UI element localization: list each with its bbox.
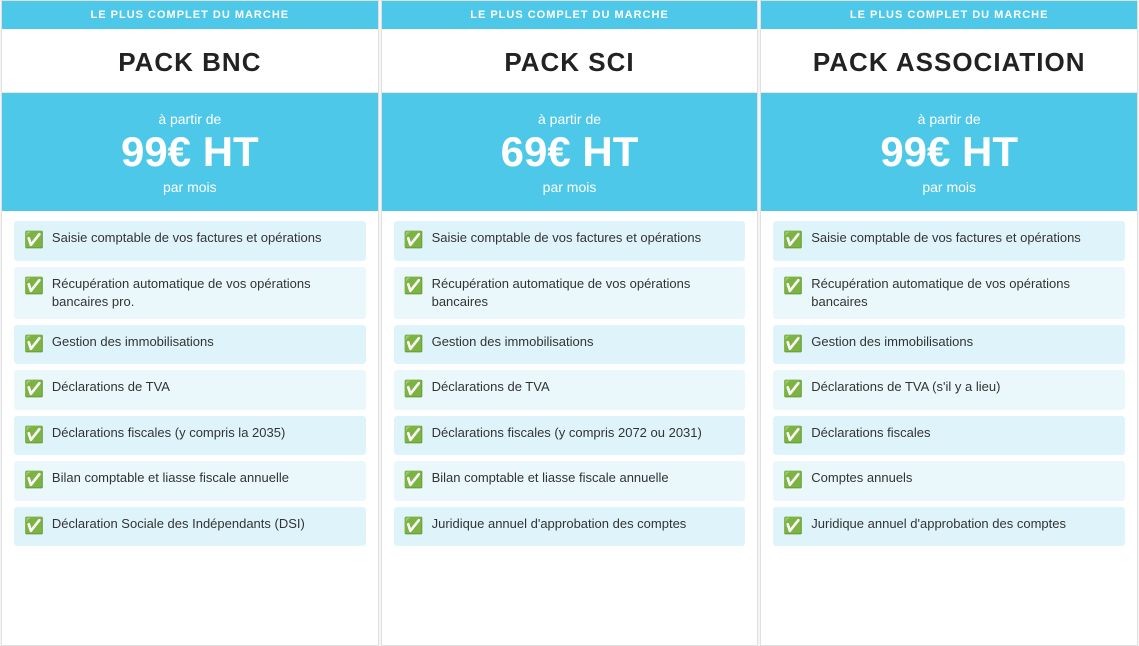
- card-title-section-2: PACK ASSOCIATION: [761, 29, 1137, 93]
- check-icon-2-6: ✅: [783, 516, 803, 538]
- check-icon-0-4: ✅: [24, 425, 44, 447]
- feature-text-1-3: Déclarations de TVA: [432, 378, 736, 396]
- feature-item-2-3: ✅ Déclarations de TVA (s'il y a lieu): [773, 370, 1125, 409]
- card-badge-1: LE PLUS COMPLET DU MARCHE: [382, 1, 758, 29]
- check-icon-2-4: ✅: [783, 425, 803, 447]
- feature-text-1-1: Récupération automatique de vos opératio…: [432, 275, 736, 311]
- feature-item-2-1: ✅ Récupération automatique de vos opérati…: [773, 267, 1125, 319]
- pricing-card-0: LE PLUS COMPLET DU MARCHE PACK BNC à parti…: [1, 0, 379, 646]
- card-title-section-0: PACK BNC: [2, 29, 378, 93]
- check-icon-1-2: ✅: [404, 334, 424, 356]
- price-from-2: à partir de: [771, 111, 1127, 127]
- price-main-0: 99€ HT: [12, 129, 368, 175]
- check-icon-0-3: ✅: [24, 379, 44, 401]
- check-icon-2-0: ✅: [783, 230, 803, 252]
- feature-item-0-3: ✅ Déclarations de TVA: [14, 370, 366, 409]
- pricing-card-1: LE PLUS COMPLET DU MARCHE PACK SCI à parti…: [381, 0, 759, 646]
- card-badge-0: LE PLUS COMPLET DU MARCHE: [2, 1, 378, 29]
- feature-item-0-4: ✅ Déclarations fiscales (y compris la 203…: [14, 416, 366, 455]
- check-icon-0-5: ✅: [24, 470, 44, 492]
- feature-text-1-5: Bilan comptable et liasse fiscale annuel…: [432, 469, 736, 487]
- feature-text-0-1: Récupération automatique de vos opératio…: [52, 275, 356, 311]
- feature-text-1-6: Juridique annuel d'approbation des compt…: [432, 515, 736, 533]
- check-icon-2-1: ✅: [783, 276, 803, 298]
- price-per-2: par mois: [771, 179, 1127, 195]
- price-per-1: par mois: [392, 179, 748, 195]
- feature-item-0-2: ✅ Gestion des immobilisations: [14, 325, 366, 364]
- check-icon-0-0: ✅: [24, 230, 44, 252]
- feature-text-0-2: Gestion des immobilisations: [52, 333, 356, 351]
- card-features-0: ✅ Saisie comptable de vos factures et opé…: [2, 211, 378, 645]
- check-icon-1-1: ✅: [404, 276, 424, 298]
- check-icon-1-6: ✅: [404, 516, 424, 538]
- feature-item-1-3: ✅ Déclarations de TVA: [394, 370, 746, 409]
- check-icon-0-6: ✅: [24, 516, 44, 538]
- feature-text-0-3: Déclarations de TVA: [52, 378, 356, 396]
- check-icon-1-3: ✅: [404, 379, 424, 401]
- feature-text-0-0: Saisie comptable de vos factures et opér…: [52, 229, 356, 247]
- check-icon-0-2: ✅: [24, 334, 44, 356]
- feature-text-2-6: Juridique annuel d'approbation des compt…: [811, 515, 1115, 533]
- card-price-section-0: à partir de 99€ HT par mois: [2, 93, 378, 211]
- pricing-card-2: LE PLUS COMPLET DU MARCHE PACK ASSOCIATIO…: [760, 0, 1138, 646]
- card-price-section-2: à partir de 99€ HT par mois: [761, 93, 1137, 211]
- price-from-1: à partir de: [392, 111, 748, 127]
- check-icon-2-2: ✅: [783, 334, 803, 356]
- pricing-container: LE PLUS COMPLET DU MARCHE PACK BNC à parti…: [0, 0, 1139, 646]
- check-icon-1-4: ✅: [404, 425, 424, 447]
- check-icon-1-0: ✅: [404, 230, 424, 252]
- feature-item-2-4: ✅ Déclarations fiscales: [773, 416, 1125, 455]
- feature-text-2-0: Saisie comptable de vos factures et opér…: [811, 229, 1115, 247]
- feature-item-2-5: ✅ Comptes annuels: [773, 461, 1125, 500]
- check-icon-2-5: ✅: [783, 470, 803, 492]
- feature-text-2-4: Déclarations fiscales: [811, 424, 1115, 442]
- feature-item-0-1: ✅ Récupération automatique de vos opérati…: [14, 267, 366, 319]
- card-title-0: PACK BNC: [12, 47, 368, 78]
- feature-text-2-3: Déclarations de TVA (s'il y a lieu): [811, 378, 1115, 396]
- check-icon-0-1: ✅: [24, 276, 44, 298]
- feature-text-2-5: Comptes annuels: [811, 469, 1115, 487]
- check-icon-1-5: ✅: [404, 470, 424, 492]
- feature-text-0-4: Déclarations fiscales (y compris la 2035…: [52, 424, 356, 442]
- feature-item-1-5: ✅ Bilan comptable et liasse fiscale annue…: [394, 461, 746, 500]
- card-features-2: ✅ Saisie comptable de vos factures et opé…: [761, 211, 1137, 645]
- feature-item-1-2: ✅ Gestion des immobilisations: [394, 325, 746, 364]
- feature-item-2-6: ✅ Juridique annuel d'approbation des comp…: [773, 507, 1125, 546]
- card-title-1: PACK SCI: [392, 47, 748, 78]
- feature-item-0-5: ✅ Bilan comptable et liasse fiscale annue…: [14, 461, 366, 500]
- feature-item-1-6: ✅ Juridique annuel d'approbation des comp…: [394, 507, 746, 546]
- feature-item-0-6: ✅ Déclaration Sociale des Indépendants (D…: [14, 507, 366, 546]
- card-features-1: ✅ Saisie comptable de vos factures et opé…: [382, 211, 758, 645]
- feature-text-1-0: Saisie comptable de vos factures et opér…: [432, 229, 736, 247]
- feature-text-2-1: Récupération automatique de vos opératio…: [811, 275, 1115, 311]
- feature-text-1-2: Gestion des immobilisations: [432, 333, 736, 351]
- card-price-section-1: à partir de 69€ HT par mois: [382, 93, 758, 211]
- feature-text-2-2: Gestion des immobilisations: [811, 333, 1115, 351]
- price-from-0: à partir de: [12, 111, 368, 127]
- feature-item-1-1: ✅ Récupération automatique de vos opérati…: [394, 267, 746, 319]
- feature-item-2-0: ✅ Saisie comptable de vos factures et opé…: [773, 221, 1125, 260]
- check-icon-2-3: ✅: [783, 379, 803, 401]
- feature-text-0-5: Bilan comptable et liasse fiscale annuel…: [52, 469, 356, 487]
- feature-text-1-4: Déclarations fiscales (y compris 2072 ou…: [432, 424, 736, 442]
- feature-text-0-6: Déclaration Sociale des Indépendants (DS…: [52, 515, 356, 533]
- price-main-2: 99€ HT: [771, 129, 1127, 175]
- feature-item-1-0: ✅ Saisie comptable de vos factures et opé…: [394, 221, 746, 260]
- price-per-0: par mois: [12, 179, 368, 195]
- card-title-2: PACK ASSOCIATION: [771, 47, 1127, 78]
- feature-item-2-2: ✅ Gestion des immobilisations: [773, 325, 1125, 364]
- price-main-1: 69€ HT: [392, 129, 748, 175]
- card-badge-2: LE PLUS COMPLET DU MARCHE: [761, 1, 1137, 29]
- feature-item-0-0: ✅ Saisie comptable de vos factures et opé…: [14, 221, 366, 260]
- card-title-section-1: PACK SCI: [382, 29, 758, 93]
- feature-item-1-4: ✅ Déclarations fiscales (y compris 2072 o…: [394, 416, 746, 455]
